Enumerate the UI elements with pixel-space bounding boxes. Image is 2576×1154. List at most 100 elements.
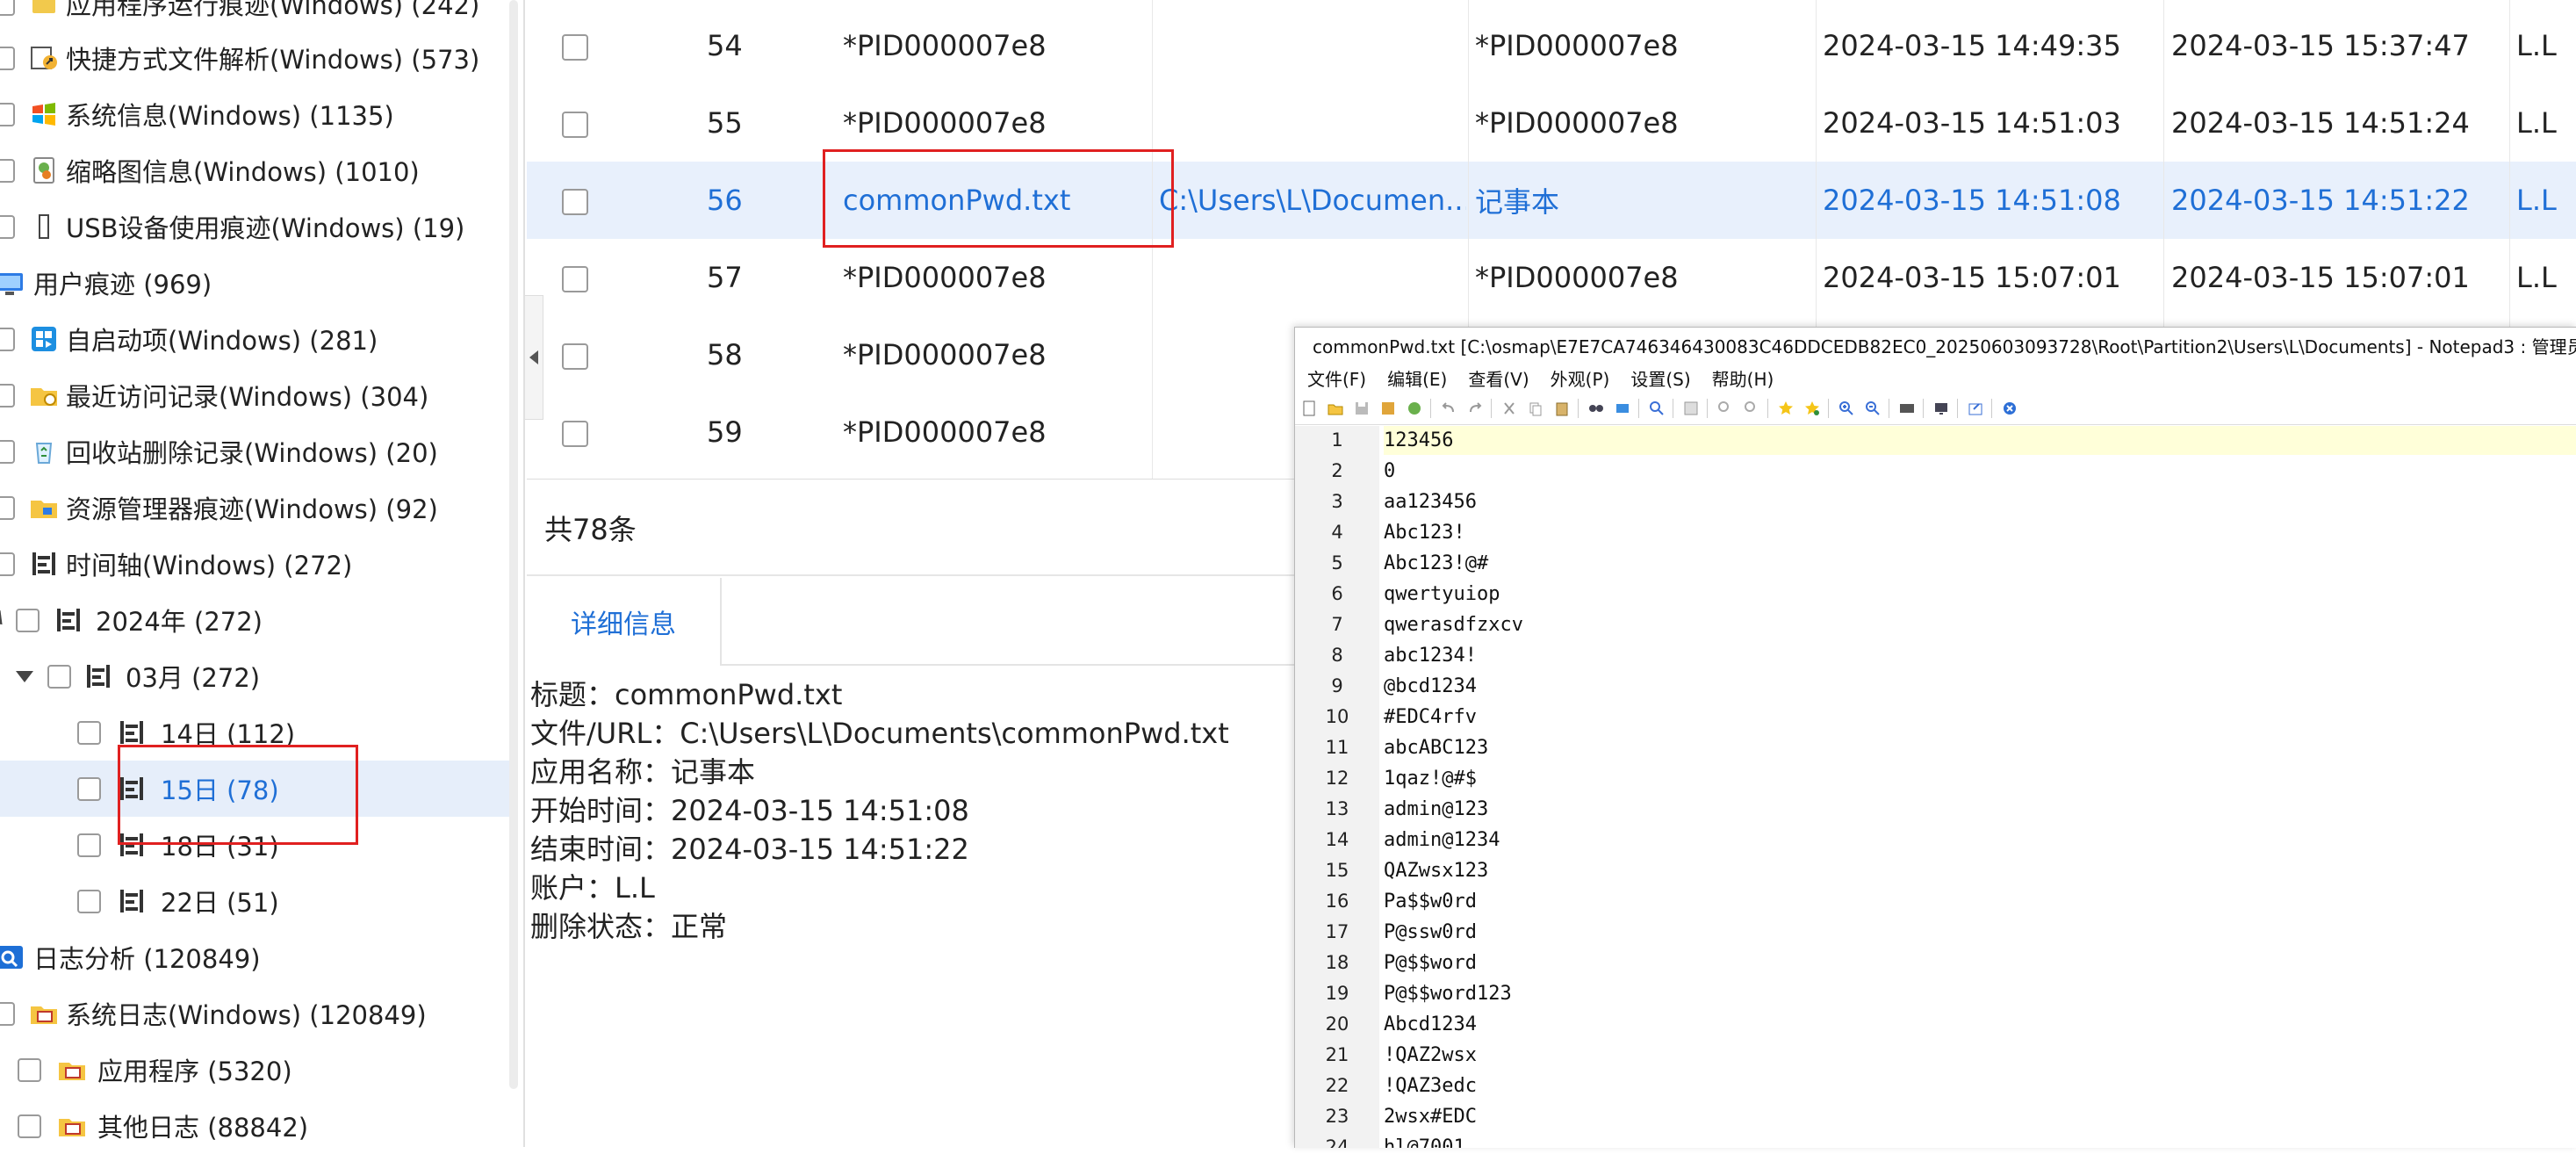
wordwrap-icon[interactable] — [1682, 400, 1700, 417]
zoom-in-gray-icon[interactable] — [1716, 400, 1734, 417]
tree-item-system-info[interactable]: 系统信息(Windows) (1135) — [0, 86, 509, 142]
row-checkbox[interactable] — [562, 343, 588, 370]
tree-checkbox[interactable] — [0, 439, 15, 464]
editor-line[interactable]: 0 — [1384, 457, 2576, 486]
row-checkbox[interactable] — [562, 34, 588, 61]
editor-line[interactable]: abcABC123 — [1384, 733, 2576, 762]
expand-caret-icon[interactable] — [16, 670, 33, 682]
undo-icon[interactable] — [1440, 400, 1457, 417]
tree-checkbox[interactable] — [77, 833, 101, 857]
cut-icon[interactable] — [1500, 400, 1518, 417]
notepad3-window[interactable]: commonPwd.txt [C:\osmap\E7E7CA7463464300… — [1294, 327, 2576, 1148]
editor-line[interactable]: Pa$$w0rd — [1384, 887, 2576, 916]
editor-line[interactable]: P@$$word123 — [1384, 979, 2576, 1008]
tree-checkbox[interactable] — [0, 383, 15, 408]
menu-appearance[interactable]: 外观(P) — [1551, 365, 1610, 391]
tree-checkbox[interactable] — [18, 1057, 41, 1082]
editor-line[interactable]: !QAZ3edc — [1384, 1071, 2576, 1100]
tree-item-app-trace[interactable]: 应用程序运行痕迹(Windows) (242) — [0, 0, 509, 32]
row-checkbox[interactable] — [562, 112, 588, 138]
add-favorite-icon[interactable] — [1803, 400, 1821, 417]
tree-item-day-22[interactable]: 22日 (51) — [0, 873, 509, 929]
zoom-out-icon[interactable] — [1864, 400, 1882, 417]
menu-view[interactable]: 查看(V) — [1468, 365, 1529, 391]
save-as-icon[interactable] — [1379, 400, 1397, 417]
tree-item-autostart[interactable]: 自启动项(Windows) (281) — [0, 311, 509, 367]
tree-checkbox[interactable] — [16, 608, 40, 632]
tree-item-recycle-bin[interactable]: 回收站删除记录(Windows) (20) — [0, 423, 509, 480]
menu-file[interactable]: 文件(F) — [1307, 365, 1366, 391]
tree-scrollbar[interactable] — [509, 0, 518, 1089]
row-checkbox[interactable] — [562, 266, 588, 292]
editor-line[interactable]: admin@123 — [1384, 795, 2576, 824]
tree-item-log-analysis[interactable]: 日志分析 (120849) — [0, 929, 509, 985]
open-folder-icon[interactable] — [1327, 400, 1344, 417]
editor-current-line[interactable]: 123456 — [1384, 426, 2576, 455]
zoom-in-icon[interactable] — [1838, 400, 1855, 417]
scheme-icon[interactable] — [1898, 400, 1916, 417]
tree-checkbox[interactable] — [0, 0, 15, 16]
pane-divider[interactable] — [523, 0, 525, 1147]
tree-item-year-2024[interactable]: 2024年 (272) — [0, 592, 509, 648]
replace-icon[interactable] — [1614, 400, 1631, 417]
tree-checkbox[interactable] — [0, 214, 15, 239]
tree-checkbox[interactable] — [0, 552, 15, 576]
editor-line[interactable]: Abc123! — [1384, 518, 2576, 547]
tree-item-other-log[interactable]: 其他日志 (88842) — [0, 1098, 509, 1154]
editor-line[interactable]: aa123456 — [1384, 487, 2576, 516]
tree-item-user-trace[interactable]: 用户痕迹 (969) — [0, 255, 509, 311]
notepad-editor[interactable]: 1 123456 2 0 3 aa123456 4 Abc123! 5 Abc123!@# 6 qwe… — [1295, 426, 2576, 1148]
tree-checkbox[interactable] — [0, 1001, 15, 1026]
editor-line[interactable]: Abc123!@# — [1384, 549, 2576, 578]
tree-checkbox[interactable] — [77, 776, 101, 801]
row-checkbox[interactable] — [562, 189, 588, 215]
tree-item-app-log[interactable]: 应用程序 (5320) — [0, 1042, 509, 1098]
tree-item-system-log[interactable]: 系统日志(Windows) (120849) — [0, 985, 509, 1042]
editor-line[interactable]: @bcd1234 — [1384, 672, 2576, 701]
tree-item-month-03[interactable]: 03月 (272) — [0, 648, 509, 704]
tree-item-explorer[interactable]: 资源管理器痕迹(Windows) (92) — [0, 480, 509, 536]
editor-line[interactable]: !QAZ2wsx — [1384, 1041, 2576, 1070]
redo-icon[interactable] — [1466, 400, 1484, 417]
editor-line[interactable]: #EDC4rfv — [1384, 703, 2576, 732]
menu-edit[interactable]: 编辑(E) — [1387, 365, 1447, 391]
menu-help[interactable]: 帮助(H) — [1712, 365, 1774, 391]
column-divider[interactable] — [2163, 0, 2164, 327]
find-icon[interactable] — [1587, 400, 1605, 417]
editor-line[interactable]: P@ssw0rd — [1384, 918, 2576, 947]
tree-item-recent[interactable]: 最近访问记录(Windows) (304) — [0, 367, 509, 423]
tree-checkbox[interactable] — [18, 1114, 41, 1138]
editor-line[interactable]: Abcd1234 — [1384, 1010, 2576, 1039]
editor-line[interactable]: hl@7001 — [1384, 1133, 2576, 1148]
browse-icon[interactable] — [1406, 400, 1423, 417]
row-checkbox[interactable] — [562, 421, 588, 447]
tree-item-timeline[interactable]: 时间轴(Windows) (272) — [0, 536, 509, 592]
table-row[interactable]: 57 *PID000007e8 *PID000007e8 2024-03-15 … — [527, 239, 2576, 316]
tab-details[interactable]: 详细信息 — [527, 578, 722, 666]
tree-checkbox[interactable] — [77, 720, 101, 745]
table-row[interactable]: 54 *PID000007e8 *PID000007e8 2024-03-15 … — [527, 7, 2576, 84]
editor-line[interactable]: P@$$word — [1384, 948, 2576, 977]
tree-item-shortcut[interactable]: 快捷方式文件解析(Windows) (573) — [0, 30, 509, 86]
tree-item-thumbnail[interactable]: 缩略图信息(Windows) (1010) — [0, 142, 509, 198]
menu-settings[interactable]: 设置(S) — [1630, 365, 1690, 391]
tree-checkbox[interactable] — [0, 495, 15, 520]
exit-icon[interactable] — [2001, 400, 2018, 417]
column-divider[interactable] — [1816, 0, 1817, 327]
editor-line[interactable]: 1qaz!@#$ — [1384, 764, 2576, 793]
tree-checkbox[interactable] — [77, 889, 101, 913]
paste-icon[interactable] — [1553, 400, 1571, 417]
tree-checkbox[interactable] — [0, 46, 15, 70]
favorites-icon[interactable] — [1777, 400, 1795, 417]
notepad-title-bar[interactable]: commonPwd.txt [C:\osmap\E7E7CA7463464300… — [1295, 328, 2576, 363]
zoom-out-gray-icon[interactable] — [1743, 400, 1760, 417]
share-icon[interactable] — [1967, 400, 1984, 417]
expand-caret-icon[interactable] — [0, 609, 9, 631]
editor-line[interactable]: QAZwsx123 — [1384, 856, 2576, 885]
monitor-icon[interactable] — [1932, 400, 1950, 417]
column-divider[interactable] — [2509, 0, 2510, 327]
editor-line[interactable]: qwertyuiop — [1384, 580, 2576, 609]
editor-line[interactable]: abc1234! — [1384, 641, 2576, 670]
tree-checkbox[interactable] — [0, 327, 15, 351]
editor-line[interactable]: qwerasdfzxcv — [1384, 610, 2576, 639]
